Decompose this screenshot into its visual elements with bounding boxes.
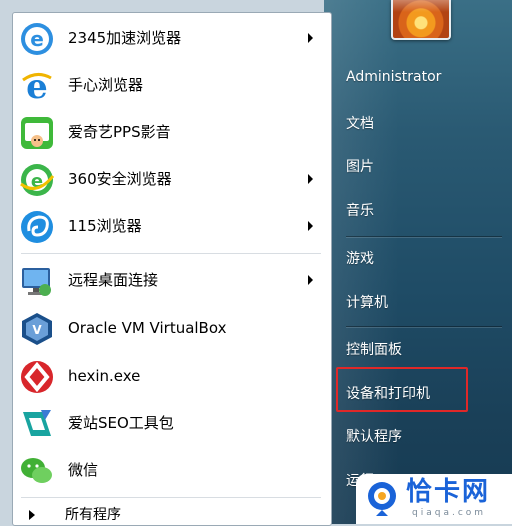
user-name-link[interactable]: Administrator <box>346 69 441 85</box>
watermark-url: qiaqa.com <box>412 508 487 518</box>
submenu-arrow-icon <box>308 275 313 285</box>
virtualbox-icon: V <box>22 313 52 345</box>
program-label: 2345加速浏览器 <box>68 29 182 47</box>
program-label: 手心浏览器 <box>68 76 144 94</box>
svg-text:e: e <box>30 27 44 51</box>
start-menu-program-list: e 2345加速浏览器 e 手心浏览器 爱奇艺PPS影音 e 360安全浏览器 <box>12 12 332 526</box>
separator <box>346 236 502 238</box>
program-label: 微信 <box>68 461 99 479</box>
program-label: 远程桌面连接 <box>68 271 159 289</box>
program-item-115-browser[interactable]: 115浏览器 <box>13 206 331 246</box>
remote-desktop-icon <box>22 268 51 296</box>
submenu-arrow-icon <box>308 174 313 184</box>
documents-link[interactable]: 文档 <box>346 113 374 133</box>
default-programs-link[interactable]: 默认程序 <box>346 426 402 446</box>
all-programs-label: 所有程序 <box>65 507 121 523</box>
all-programs-button[interactable]: 所有程序 <box>13 505 331 525</box>
submenu-arrow-icon <box>308 221 313 231</box>
program-item-iqiyi-pps[interactable]: 爱奇艺PPS影音 <box>13 112 331 152</box>
program-item-hexin[interactable]: hexin.exe <box>13 356 331 396</box>
program-label: 爱站SEO工具包 <box>68 414 174 432</box>
hexin-icon <box>21 361 53 393</box>
control-panel-link[interactable]: 控制面板 <box>346 339 402 359</box>
shouxin-browser-icon: e <box>22 68 52 104</box>
submenu-arrow-icon <box>308 33 313 43</box>
program-item-2345-browser[interactable]: e 2345加速浏览器 <box>13 18 331 58</box>
program-label: hexin.exe <box>68 367 141 385</box>
pictures-link[interactable]: 图片 <box>346 156 374 176</box>
program-item-aizhan-seo[interactable]: 爱站SEO工具包 <box>13 403 331 443</box>
360-browser-icon: e <box>20 164 55 196</box>
2345-browser-icon: e <box>21 23 53 55</box>
music-link[interactable]: 音乐 <box>346 200 374 220</box>
watermark: 恰卡网 qiaqa.com <box>356 474 512 524</box>
watermark-logo-icon <box>368 482 396 516</box>
expand-arrow-icon <box>29 510 35 520</box>
program-item-wechat[interactable]: 微信 <box>13 450 331 490</box>
separator <box>21 253 321 255</box>
115-browser-icon <box>21 211 53 243</box>
separator <box>346 326 502 328</box>
program-item-shouxin-browser[interactable]: e 手心浏览器 <box>13 65 331 105</box>
program-label: 360安全浏览器 <box>68 170 172 188</box>
svg-text:V: V <box>32 323 42 337</box>
iqiyi-pps-icon <box>21 117 53 149</box>
program-item-remote-desktop[interactable]: 远程桌面连接 <box>13 260 331 300</box>
program-item-360-browser[interactable]: e 360安全浏览器 <box>13 159 331 199</box>
wechat-icon <box>21 458 52 483</box>
program-label: 115浏览器 <box>68 217 142 235</box>
program-item-virtualbox[interactable]: V Oracle VM VirtualBox <box>13 308 331 348</box>
user-avatar[interactable] <box>391 0 451 40</box>
program-label: Oracle VM VirtualBox <box>68 319 227 337</box>
aizhan-seo-icon <box>23 410 51 436</box>
games-link[interactable]: 游戏 <box>346 248 374 268</box>
separator <box>21 497 321 499</box>
highlight-box <box>336 367 468 412</box>
watermark-brand: 恰卡网 <box>406 477 491 507</box>
program-label: 爱奇艺PPS影音 <box>68 123 171 141</box>
computer-link[interactable]: 计算机 <box>346 292 388 312</box>
